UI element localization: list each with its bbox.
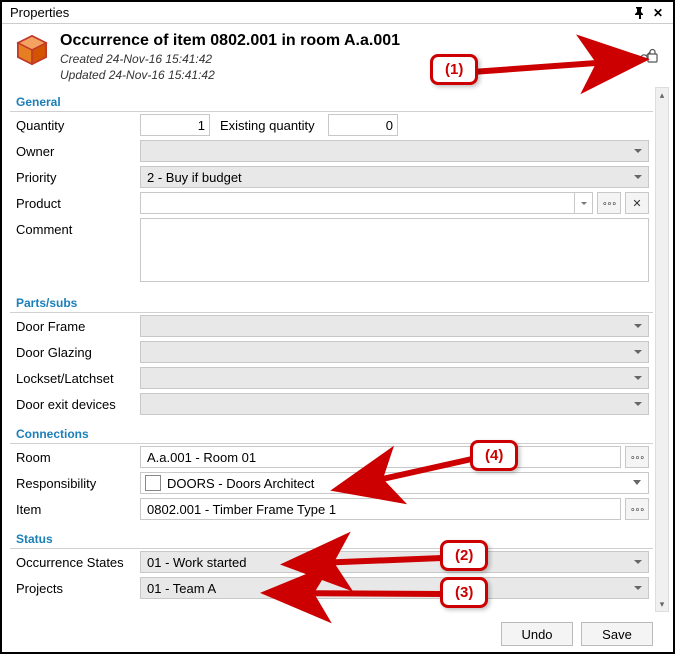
header-title: Occurrence of item 0802.001 in room A.a.… xyxy=(60,32,661,50)
row-responsibility: Responsibility DOORS - Doors Architect xyxy=(10,470,653,496)
priority-dropdown[interactable]: 2 - Buy if budget xyxy=(140,166,649,188)
row-quantity: Quantity Existing quantity xyxy=(10,112,653,138)
titlebar: Properties ✕ xyxy=(2,2,673,24)
label-quantity: Quantity xyxy=(14,118,136,133)
door-frame-dropdown[interactable] xyxy=(140,315,649,337)
row-product: Product xyxy=(10,190,653,216)
label-product: Product xyxy=(14,196,136,211)
section-connections: Connections xyxy=(10,425,653,444)
section-general: General xyxy=(10,93,653,112)
row-lockset: Lockset/Latchset xyxy=(10,365,653,391)
occurrence-states-dropdown[interactable]: 01 - Work started xyxy=(140,551,649,573)
label-responsibility: Responsibility xyxy=(14,476,136,491)
section-status: Status xyxy=(10,530,653,549)
scroll-area: General Quantity Existing quantity Owner… xyxy=(2,87,673,652)
label-comment: Comment xyxy=(14,218,136,237)
room-input[interactable]: A.a.001 - Room 01 xyxy=(140,446,621,468)
save-button[interactable]: Save xyxy=(581,622,653,646)
form-inner: General Quantity Existing quantity Owner… xyxy=(10,87,653,612)
row-room: Room A.a.001 - Room 01 xyxy=(10,444,653,470)
door-glazing-dropdown[interactable] xyxy=(140,341,649,363)
label-priority: Priority xyxy=(14,170,136,185)
vertical-scrollbar[interactable]: ▴ ▾ xyxy=(655,87,669,612)
existing-quantity-input[interactable] xyxy=(328,114,398,136)
close-icon[interactable]: ✕ xyxy=(649,4,667,22)
label-door-glazing: Door Glazing xyxy=(14,345,136,360)
label-occurrence-states: Occurrence States xyxy=(14,555,136,570)
lockset-dropdown[interactable] xyxy=(140,367,649,389)
label-lockset: Lockset/Latchset xyxy=(14,371,136,386)
label-item: Item xyxy=(14,502,136,517)
row-item: Item 0802.001 - Timber Frame Type 1 xyxy=(10,496,653,522)
button-row: Undo Save xyxy=(501,622,653,646)
label-door-exit: Door exit devices xyxy=(14,397,136,412)
owner-dropdown[interactable] xyxy=(140,140,649,162)
row-projects: Projects 01 - Team A xyxy=(10,575,653,601)
item-input[interactable]: 0802.001 - Timber Frame Type 1 xyxy=(140,498,621,520)
row-comment: Comment xyxy=(10,216,653,284)
comment-textarea[interactable] xyxy=(140,218,649,282)
label-room: Room xyxy=(14,450,136,465)
responsibility-checkbox[interactable] xyxy=(145,475,161,491)
item-browse-button[interactable] xyxy=(625,498,649,520)
label-door-frame: Door Frame xyxy=(14,319,136,334)
scroll-up-arrow[interactable]: ▴ xyxy=(656,88,668,102)
responsibility-container: DOORS - Doors Architect xyxy=(140,472,649,494)
lock-icon[interactable] xyxy=(639,48,659,67)
quantity-input[interactable] xyxy=(140,114,210,136)
properties-panel: Properties ✕ Occurrence of item 0802.001… xyxy=(2,2,673,652)
undo-button[interactable]: Undo xyxy=(501,622,573,646)
row-owner: Owner xyxy=(10,138,653,164)
header-block: Occurrence of item 0802.001 in room A.a.… xyxy=(2,24,673,87)
panel-title: Properties xyxy=(10,5,631,20)
header-updated: Updated 24-Nov-16 15:41:42 xyxy=(60,68,661,84)
scroll-down-arrow[interactable]: ▾ xyxy=(656,597,668,611)
row-occurrence-states: Occurrence States 01 - Work started xyxy=(10,549,653,575)
label-existing-quantity: Existing quantity xyxy=(214,118,324,133)
projects-dropdown[interactable]: 01 - Team A xyxy=(140,577,649,599)
header-texts: Occurrence of item 0802.001 in room A.a.… xyxy=(60,32,661,83)
scroll-track[interactable] xyxy=(656,102,668,597)
row-door-exit: Door exit devices xyxy=(10,391,653,417)
room-browse-button[interactable] xyxy=(625,446,649,468)
responsibility-value: DOORS - Doors Architect xyxy=(167,476,314,491)
product-input[interactable] xyxy=(140,192,593,214)
row-door-frame: Door Frame xyxy=(10,313,653,339)
section-parts: Parts/subs xyxy=(10,294,653,313)
product-browse-button[interactable] xyxy=(597,192,621,214)
item-icon xyxy=(14,32,50,68)
product-clear-button[interactable] xyxy=(625,192,649,214)
pin-icon[interactable] xyxy=(631,4,649,22)
row-door-glazing: Door Glazing xyxy=(10,339,653,365)
responsibility-dropdown-arrow[interactable] xyxy=(630,480,644,486)
header-created: Created 24-Nov-16 15:41:42 xyxy=(60,52,661,68)
label-projects: Projects xyxy=(14,581,136,596)
label-owner: Owner xyxy=(14,144,136,159)
row-priority: Priority 2 - Buy if budget xyxy=(10,164,653,190)
door-exit-dropdown[interactable] xyxy=(140,393,649,415)
